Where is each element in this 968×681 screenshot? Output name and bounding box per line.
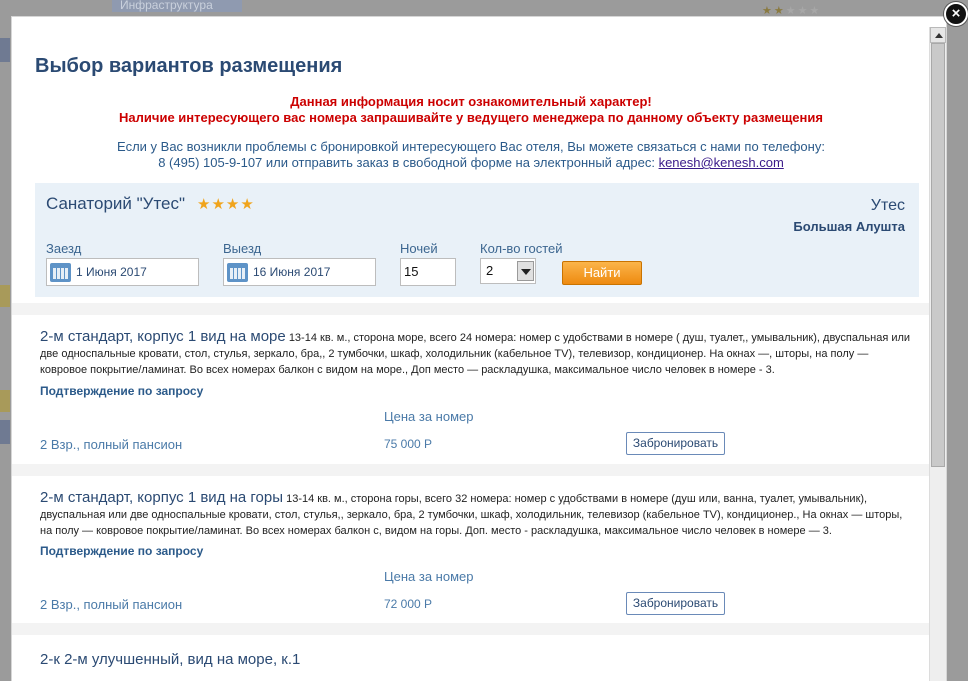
hotel-city: Утес (870, 197, 905, 214)
modal-title: Выбор вариантов размещения (35, 55, 343, 77)
divider (12, 303, 930, 315)
book-button[interactable]: Забронировать (626, 592, 725, 615)
hotel-name: Санаторий "Утес" (46, 194, 186, 213)
background-decoration (0, 285, 10, 307)
nights-input[interactable]: 15 (400, 258, 456, 286)
find-button[interactable]: Найти (562, 261, 642, 285)
room-card: 2-м стандарт, корпус 1 вид на море 13-14… (40, 329, 912, 465)
checkout-value: 16 Июня 2017 (253, 265, 331, 279)
guests-value: 2 (486, 263, 494, 278)
room-title: 2-м стандарт, корпус 1 вид на горы (40, 489, 284, 506)
notice-availability: Наличие интересующего вас номера запраши… (119, 110, 823, 125)
room-description: 2-м стандарт, корпус 1 вид на море 13-14… (40, 329, 912, 378)
confirmation-note: Подтверждение по запросу (40, 544, 204, 558)
search-panel: Санаторий "Утес" ★★★★ Утес Большая Алушт… (35, 183, 919, 297)
scrollbar[interactable] (929, 27, 946, 681)
chevron-down-icon[interactable] (517, 261, 534, 281)
background-decoration (0, 38, 10, 62)
tariff-label: 2 Взр., полный пансион (40, 597, 183, 612)
divider (12, 464, 930, 476)
guests-select[interactable]: 2 (480, 258, 536, 284)
checkin-label: Заезд (46, 241, 82, 256)
calendar-icon[interactable] (50, 263, 71, 282)
price-value: 75 000 Р (384, 437, 433, 451)
email-link[interactable]: kenesh@kenesh.com (659, 155, 784, 170)
hotel-region: Большая Алушта (793, 219, 905, 234)
calendar-icon[interactable] (227, 263, 248, 282)
notice-phone: 8 (495) 105-9-107 или отправить заказ в … (12, 155, 930, 170)
hotel-stars-icon: ★★★★ (197, 196, 255, 213)
background-decoration (0, 390, 10, 412)
checkin-field[interactable]: 1 Июня 2017 (46, 258, 199, 286)
room-title: 2-м стандарт, корпус 1 вид на море (40, 328, 286, 345)
background-decoration (0, 420, 10, 444)
room-card: 2-м стандарт, корпус 1 вид на горы 13-14… (40, 490, 912, 630)
room-title: 2-к 2-м улучшенный, вид на море, к.1 (40, 651, 301, 668)
booking-modal: Выбор вариантов размещения Данная информ… (11, 16, 947, 681)
tariff-label: 2 Взр., полный пансион (40, 437, 183, 452)
checkout-label: Выезд (223, 241, 262, 256)
price-value: 72 000 Р (384, 597, 433, 611)
scroll-thumb[interactable] (931, 43, 945, 467)
notice-contact: Если у Вас возникли проблемы с бронировк… (117, 139, 825, 154)
scroll-up-icon[interactable] (930, 27, 946, 43)
checkin-value: 1 Июня 2017 (76, 265, 147, 279)
close-icon[interactable]: × (944, 2, 968, 26)
book-button[interactable]: Забронировать (626, 432, 725, 455)
room-description: 2-м стандарт, корпус 1 вид на горы 13-14… (40, 490, 912, 539)
price-header: Цена за номер (384, 569, 474, 584)
nights-label: Ночей (400, 241, 438, 256)
phone-text: 8 (495) 105-9-107 или отправить заказ в … (158, 155, 655, 170)
guests-label: Кол-во гостей (480, 241, 563, 256)
divider (12, 623, 930, 635)
confirmation-note: Подтверждение по запросу (40, 384, 204, 398)
checkout-field[interactable]: 16 Июня 2017 (223, 258, 376, 286)
background-tab: Инфраструктура (112, 0, 242, 12)
notice-info: Данная информация носит ознакомительный … (290, 94, 652, 109)
price-header: Цена за номер (384, 409, 474, 424)
